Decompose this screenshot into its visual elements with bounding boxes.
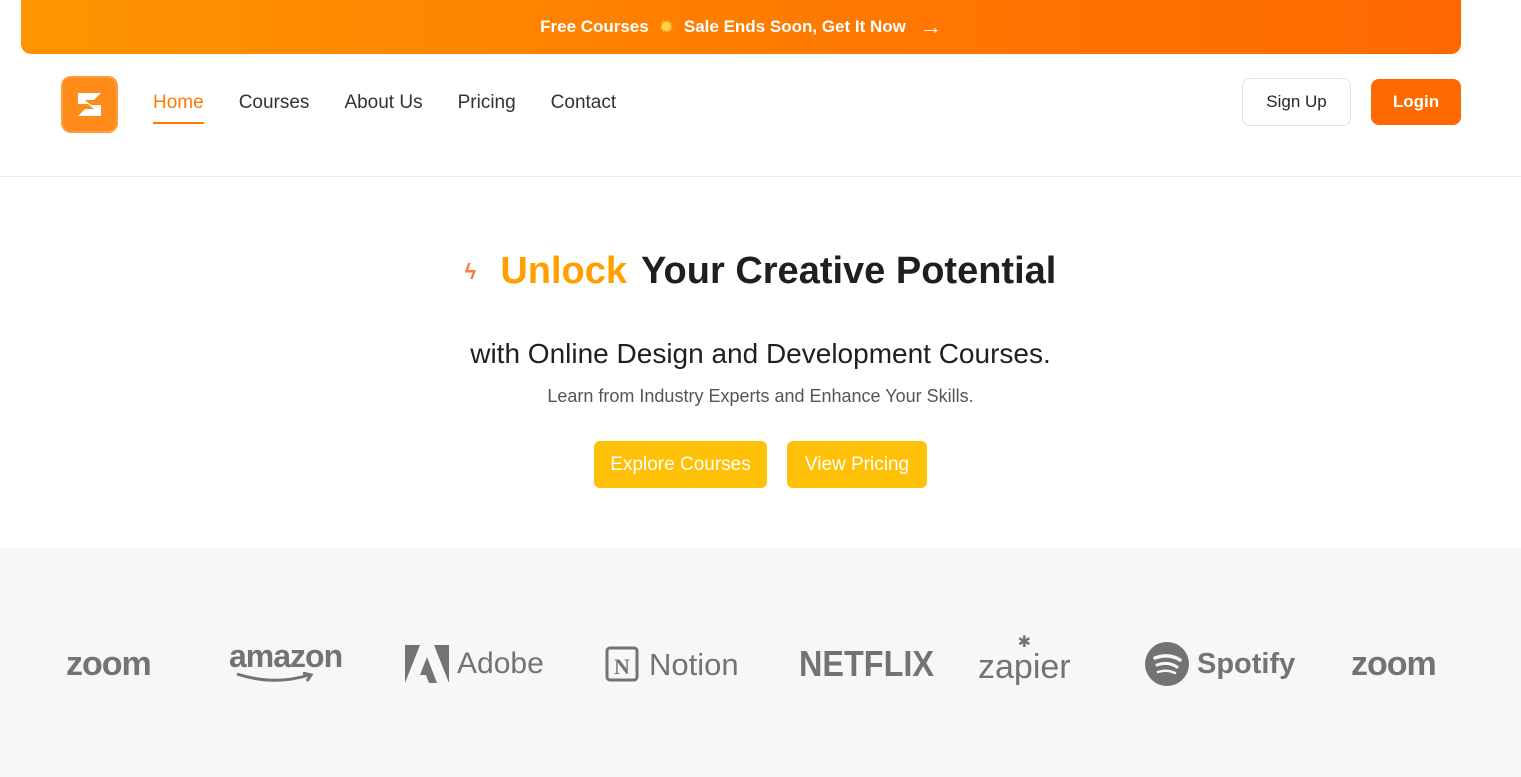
netflix-logo: NETFLIX	[799, 643, 934, 684]
lightning-icon: ϟ	[464, 258, 477, 284]
navbar: Home Courses About Us Pricing Contact Si…	[0, 54, 1521, 177]
sun-icon: ✹	[658, 16, 674, 37]
hero-title-rest: Your Creative Potential	[641, 250, 1057, 292]
amazon-logo: amazon	[229, 640, 343, 688]
view-pricing-button[interactable]: View Pricing	[787, 441, 927, 488]
spotify-icon	[1145, 642, 1189, 686]
brand-logos-strip: zoom amazon Adobe N Notion NETFLIX ✱ zap…	[0, 548, 1521, 777]
arrow-right-icon: →	[919, 14, 942, 39]
nav-link-contact[interactable]: Contact	[551, 92, 616, 124]
brand-logo-icon[interactable]	[61, 76, 118, 133]
login-button[interactable]: Login	[1371, 79, 1461, 125]
hero-subtitle: with Online Design and Development Cours…	[470, 338, 1051, 369]
hero-description: Learn from Industry Experts and Enhance …	[547, 386, 974, 406]
amazon-smile-icon	[236, 672, 314, 682]
promo-text-right: Sale Ends Soon, Get It Now	[683, 17, 906, 36]
sign-up-button[interactable]: Sign Up	[1242, 78, 1351, 126]
notion-icon: N	[605, 646, 639, 682]
svg-text:N: N	[614, 654, 630, 679]
zoom-logo-repeat: zoom	[1351, 645, 1437, 683]
hero-section: ϟ Unlock Your Creative Potential with On…	[0, 178, 1521, 548]
hero-title-accent: Unlock	[500, 250, 628, 292]
explore-courses-button[interactable]: Explore Courses	[594, 441, 767, 488]
adobe-logo: Adobe	[405, 640, 544, 688]
main-nav: Home Courses About Us Pricing Contact	[153, 92, 616, 124]
nav-link-pricing[interactable]: Pricing	[458, 92, 516, 124]
promo-banner[interactable]: Free Courses ✹ Sale Ends Soon, Get It No…	[21, 0, 1461, 54]
nav-link-about-us[interactable]: About Us	[344, 92, 422, 124]
notion-logo: N Notion	[605, 640, 739, 688]
nav-link-courses[interactable]: Courses	[239, 92, 310, 124]
zapier-logo: ✱ zapier	[978, 634, 1071, 686]
promo-text-left: Free Courses	[540, 17, 649, 36]
hero-title: ϟ Unlock Your Creative Potential	[0, 250, 1521, 293]
nav-link-home[interactable]: Home	[153, 92, 204, 124]
zoom-logo: zoom	[66, 645, 152, 683]
adobe-icon	[405, 645, 449, 683]
hero-cta-group: Explore Courses View Pricing	[0, 441, 1521, 488]
spotify-logo: Spotify	[1145, 640, 1295, 688]
